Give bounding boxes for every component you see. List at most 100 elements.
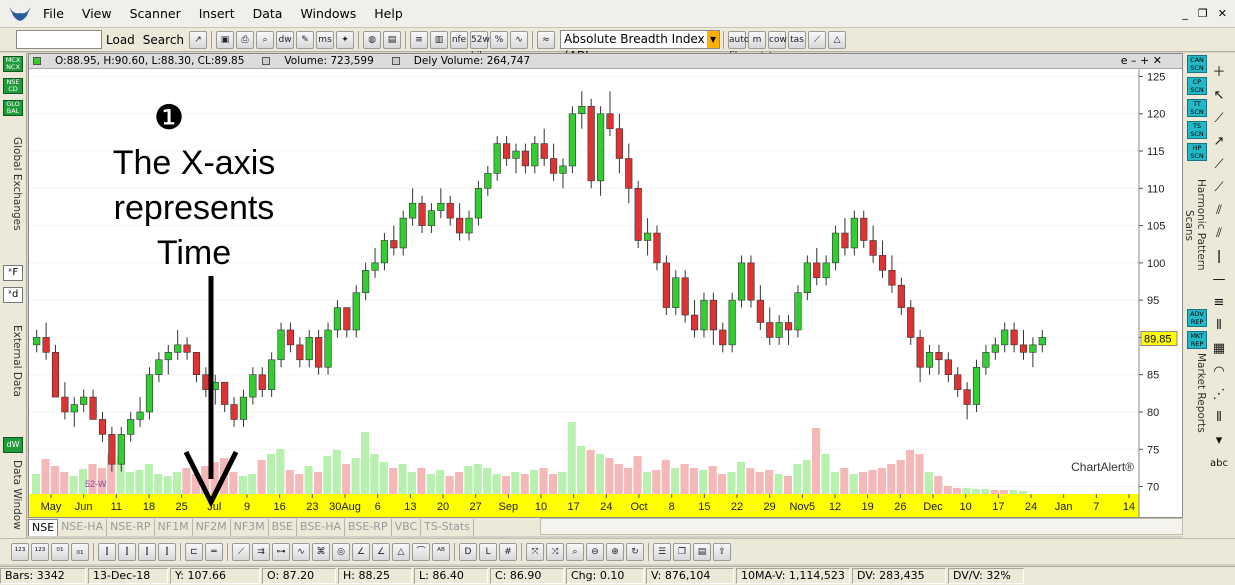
scroll-down-icon[interactable]: ▾ (1208, 430, 1230, 452)
market-reports-tab[interactable]: Market Reports (1187, 353, 1207, 433)
triangle-tool-icon[interactable]: △ (392, 542, 410, 561)
hp-scan-button[interactable]: HP SCN (1187, 143, 1207, 161)
search-button[interactable]: Search (139, 33, 188, 47)
data-window-icon[interactable]: dW (3, 437, 23, 453)
speed-lines-icon[interactable]: ⦀ (1208, 407, 1230, 429)
restore-icon[interactable]: ❐ (1198, 7, 1208, 20)
tab-nf1m[interactable]: NF1M (155, 518, 193, 536)
d-icon[interactable]: D (459, 542, 477, 561)
candle-4-icon[interactable]: ⫿ (158, 542, 176, 561)
autofibo-icon[interactable]: auto fibo (728, 30, 749, 61)
tas-icon[interactable]: tas (788, 30, 807, 49)
cursor-icon[interactable]: ↗ (189, 30, 208, 49)
mkt-rep-button[interactable]: MKT REP (1187, 331, 1207, 349)
tab-bse-ha[interactable]: BSE-HA (297, 518, 346, 536)
copy-icon[interactable]: ❐ (673, 542, 691, 561)
tab-nse-rp[interactable]: NSE-RP (107, 518, 155, 536)
mirror-icon[interactable]: ⌘ (312, 542, 330, 561)
menu-insert[interactable]: Insert (190, 0, 244, 28)
minimize-icon[interactable]: _ (1182, 7, 1188, 20)
fork-icon[interactable]: ⊶ (272, 542, 290, 561)
data-window-tab[interactable]: Data Window (3, 455, 23, 535)
period-icon[interactable]: ⊏ (185, 542, 203, 561)
zoom-icon[interactable]: ⌕ (566, 542, 584, 561)
triangle-icon[interactable]: △ (828, 30, 847, 49)
menu-file[interactable]: File (34, 0, 73, 28)
percent-icon[interactable]: % (490, 30, 509, 49)
paint-icon[interactable]: ✎ (296, 30, 315, 49)
candlestick-chart[interactable]: May Jun 11 18 25 Jul 9 16 23 30Aug 6 13 20 27 Sep 10 17 2… (29, 69, 1182, 517)
grid-tool-icon[interactable]: ▦ (1208, 338, 1230, 360)
numbers-icon[interactable]: ₀₁ (71, 542, 89, 561)
export-icon[interactable]: ⇪ (713, 542, 731, 561)
symbol-input[interactable] (16, 30, 102, 49)
cowtam-icon[interactable]: cow tam (768, 30, 787, 61)
tab-bse-rp[interactable]: BSE-RP (345, 518, 392, 536)
close-icon[interactable]: ✕ (1218, 7, 1227, 20)
preview-icon[interactable]: ⌕ (256, 30, 275, 49)
candle-icon[interactable]: ⫿ (98, 542, 116, 561)
pointer-icon[interactable]: ↖ (1208, 85, 1230, 107)
global-exchanges-tab[interactable]: Global Exchanges (3, 119, 23, 249)
indicator-select[interactable]: Absolute Breadth Index (ABI▼ (560, 30, 721, 63)
grid-icon[interactable]: # (499, 542, 517, 561)
dw-icon[interactable]: dw (276, 30, 295, 49)
menu-data[interactable]: Data (244, 0, 292, 28)
arc-icon[interactable]: ◠ (1208, 361, 1230, 383)
monitor-icon[interactable]: ▤ (383, 30, 402, 49)
zoom-out-icon[interactable]: ⊖ (586, 542, 604, 561)
tab-nse-ha[interactable]: NSE-HA (58, 518, 108, 536)
save-icon[interactable]: ▣ (216, 30, 235, 49)
harmonic-pattern-scans-tab[interactable]: Harmonic Pattern Scans (1183, 165, 1207, 285)
paste-icon[interactable]: ▤ (693, 542, 711, 561)
wave-icon[interactable]: ∿ (292, 542, 310, 561)
refresh-icon[interactable]: ↻ (626, 542, 644, 561)
bars-icon[interactable]: ≡ (410, 30, 429, 49)
nfe-icon[interactable]: nfe (450, 30, 469, 49)
puzzle-icon[interactable]: ✦ (336, 30, 355, 49)
adv-rep-button[interactable]: ADV REP (1187, 309, 1207, 327)
vertical-line-icon[interactable]: ǀ (1208, 246, 1230, 268)
tab-nf2m[interactable]: NF2M (193, 518, 231, 536)
horizontal-line-icon[interactable]: — (1208, 269, 1230, 291)
line-icon[interactable]: ⟋ (232, 542, 250, 561)
xd-icon[interactable]: ˣd (3, 287, 23, 303)
text-tool-icon[interactable]: abc (1208, 453, 1230, 475)
menu-help[interactable]: Help (365, 0, 412, 28)
fibo-icon[interactable]: ≡ (1208, 292, 1230, 314)
menu-scanner[interactable]: Scanner (121, 0, 190, 28)
ts-scan-button[interactable]: TS SCN (1187, 121, 1207, 139)
external-data-tab[interactable]: External Data (3, 306, 23, 416)
horizontal-icon[interactable]: ═ (205, 542, 223, 561)
candle-2-icon[interactable]: ⫿ (118, 542, 136, 561)
mcx-ncx-button[interactable]: MCX NCX (3, 56, 23, 72)
gann-icon[interactable]: ◎ (332, 542, 350, 561)
notes-icon[interactable]: ☰ (653, 542, 671, 561)
ms-icon[interactable]: ms (316, 30, 335, 49)
chevron-down-icon[interactable]: ▼ (707, 31, 720, 48)
xf-icon[interactable]: ˣF (3, 265, 23, 281)
angle-icon[interactable]: ∠ (352, 542, 370, 561)
volume-icon[interactable]: ▥ (430, 30, 449, 49)
bull-logo-icon[interactable] (6, 3, 34, 25)
can-scan-button[interactable]: CAN SCN (1187, 55, 1207, 73)
tab-vbc[interactable]: VBC (392, 518, 422, 536)
crosshair-icon[interactable]: ＋ (1208, 62, 1230, 84)
trend-icon[interactable]: ⟋ (808, 30, 827, 49)
globe-icon[interactable]: ◍ (363, 30, 382, 49)
candle-3-icon[interactable]: ⫿ (138, 542, 156, 561)
tab-bse[interactable]: BSE (269, 518, 297, 536)
tt-scan-button[interactable]: TT SCN (1187, 99, 1207, 117)
contract-icon[interactable]: ⤨ (546, 542, 564, 561)
sl-ray-icon[interactable]: ⟋ (1208, 177, 1230, 199)
print-icon[interactable]: ⎙ (236, 30, 255, 49)
parallel-icon[interactable]: ⫽ (1208, 223, 1230, 245)
line-tool-icon[interactable]: ⟋ (1208, 108, 1230, 130)
load-button[interactable]: Load (102, 33, 139, 47)
channel-icon[interactable]: ⫽ (1208, 200, 1230, 222)
fan-icon[interactable]: ⋰ (1208, 384, 1230, 406)
envelope-icon[interactable]: ≈ (537, 30, 556, 49)
global-button[interactable]: GLO BAL (3, 100, 23, 116)
cp-scan-button[interactable]: CP SCN (1187, 77, 1207, 95)
angle-2-icon[interactable]: ∠ (372, 542, 390, 561)
